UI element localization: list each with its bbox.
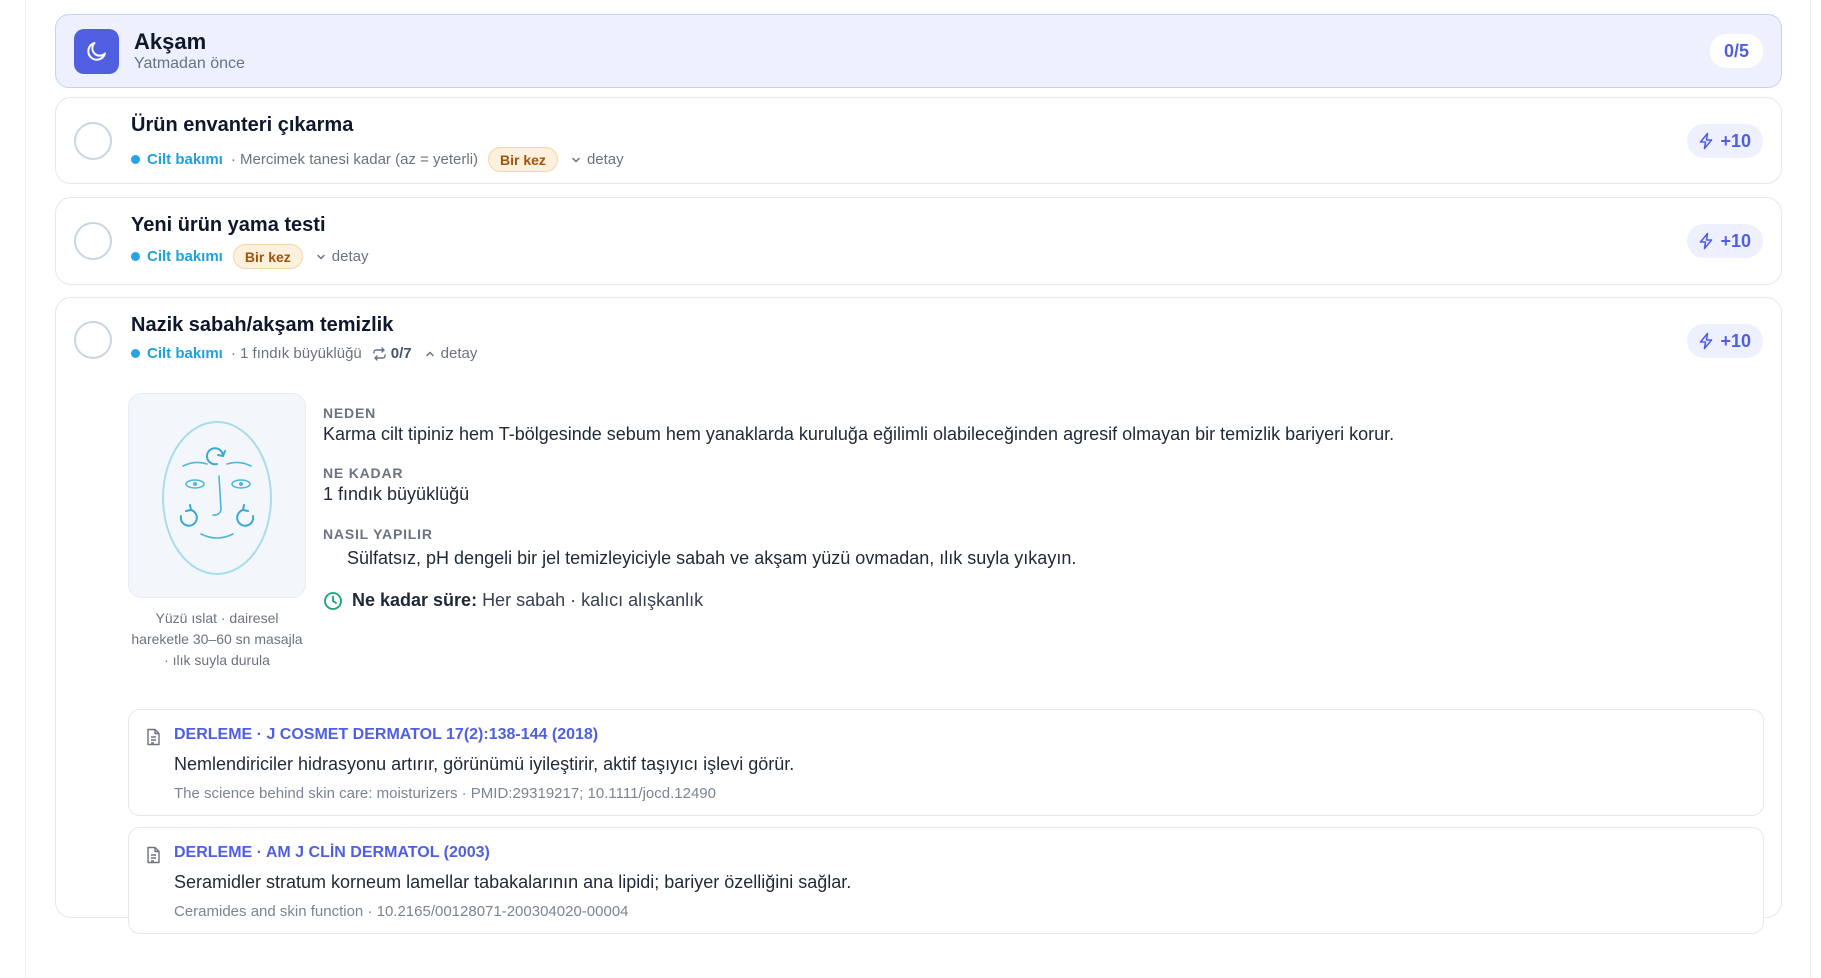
task-card: Yeni ürün yama testi Cilt bakımı Bir kez… <box>55 197 1782 285</box>
once-badge: Bir kez <box>488 147 558 172</box>
xp-value: +10 <box>1720 230 1751 251</box>
repeat-icon <box>373 346 386 361</box>
category-dot <box>131 252 140 261</box>
reference-text: Nemlendiriciler hidrasyonu artırır, görü… <box>174 754 795 774</box>
amount-label: NE KADAR <box>323 465 404 481</box>
how-section: NASIL YAPILIR Sülfatsız, pH dengeli bir … <box>323 526 1076 569</box>
document-icon <box>147 728 160 746</box>
chevron-down-icon <box>317 254 325 260</box>
task-title: Yeni ürün yama testi <box>131 214 326 236</box>
repeat-counter: 0/7 <box>372 345 412 362</box>
detail-toggle[interactable]: detay <box>424 345 478 362</box>
reference-text: Seramidler stratum korneum lamellar taba… <box>174 872 852 892</box>
lightning-icon <box>1700 332 1713 350</box>
task-title: Ürün envanteri çıkarma <box>131 114 354 136</box>
reference-source: Ceramides and skin function · 10.2165/00… <box>174 903 629 920</box>
duration-value: Her sabah · kalıcı alışkanlık <box>482 590 704 610</box>
task-title: Nazik sabah/akşam temizlik <box>131 314 394 336</box>
page-left-border <box>25 0 26 978</box>
task-meta: Cilt bakımı · 1 fındık büyüklüğü 0/7 det… <box>131 345 477 362</box>
section-titles: Akşam Yatmadan önce <box>134 29 245 73</box>
reference-card: DERLEME · AM J CLİN DERMATOL (2003) Sera… <box>128 827 1764 934</box>
face-cleansing-illustration <box>128 393 306 598</box>
lightning-icon <box>1700 132 1713 150</box>
task-checkbox[interactable] <box>74 122 112 160</box>
section-subtitle: Yatmadan önce <box>134 55 245 72</box>
category-label: Cilt bakımı <box>147 248 223 265</box>
illustration-caption: Yüzü ıslat · dairesel hareketle 30–60 sn… <box>131 610 303 668</box>
amount-text: · Mercimek tanesi kadar (az = yeterli) <box>230 151 479 168</box>
why-label: NEDEN <box>323 405 377 421</box>
moon-icon <box>74 28 119 74</box>
detail-label: detay <box>440 345 478 362</box>
repeat-value: 0/7 <box>390 345 412 362</box>
document-icon <box>147 846 160 864</box>
task-checkbox[interactable] <box>74 222 112 260</box>
task-card: Ürün envanteri çıkarma Cilt bakımı · Mer… <box>55 97 1782 184</box>
xp-pill: +10 <box>1687 124 1763 158</box>
amount-text: · 1 fındık büyüklüğü <box>230 345 362 362</box>
duration-label: Ne kadar süre: <box>352 590 478 610</box>
detail-toggle[interactable]: detay <box>570 151 624 168</box>
xp-pill: +10 <box>1687 224 1763 258</box>
xp-value: +10 <box>1720 330 1751 351</box>
detail-label: detay <box>586 151 624 168</box>
page-right-border <box>1810 0 1811 978</box>
evening-section-header[interactable]: Akşam Yatmadan önce 0/5 <box>55 14 1782 88</box>
category-label: Cilt bakımı <box>147 151 223 168</box>
duration-row: Ne kadar süre: Her sabah · kalıcı alışka… <box>323 590 703 611</box>
reference-title[interactable]: DERLEME · J COSMET DERMATOL 17(2):138-14… <box>174 726 598 744</box>
why-section: NEDEN Karma cilt tipiniz hem T-bölgesind… <box>323 405 1394 445</box>
chevron-down-icon <box>572 157 580 163</box>
reference-title[interactable]: DERLEME · AM J CLİN DERMATOL (2003) <box>174 844 490 862</box>
category-label: Cilt bakımı <box>147 345 223 362</box>
lightning-icon <box>1700 232 1713 250</box>
task-card-expanded: Nazik sabah/akşam temizlik Cilt bakımı ·… <box>55 297 1782 934</box>
task-meta: Cilt bakımı · Mercimek tanesi kadar (az … <box>131 147 624 172</box>
xp-pill: +10 <box>1687 324 1763 358</box>
detail-toggle[interactable]: detay <box>315 248 369 265</box>
xp-value: +10 <box>1720 130 1751 151</box>
amount-value: 1 fındık büyüklüğü <box>323 484 470 504</box>
category-dot <box>131 349 140 358</box>
detail-label: detay <box>331 248 369 265</box>
clock-icon <box>324 591 342 610</box>
how-label: NASIL YAPILIR <box>323 526 433 542</box>
section-title: Akşam <box>134 29 207 54</box>
category-dot <box>131 155 140 164</box>
amount-section: NE KADAR 1 fındık büyüklüğü <box>323 465 469 505</box>
why-text: Karma cilt tipiniz hem T-bölgesinde sebu… <box>323 424 1395 444</box>
task-checkbox[interactable] <box>74 321 112 359</box>
section-progress-badge: 0/5 <box>1709 34 1763 68</box>
once-badge: Bir kez <box>232 244 303 269</box>
chevron-up-icon <box>425 350 434 356</box>
how-text: Sülfatsız, pH dengeli bir jel temizleyic… <box>347 548 1077 568</box>
task-meta: Cilt bakımı Bir kez detay <box>131 244 368 269</box>
reference-source: The science behind skin care: moisturize… <box>174 785 716 802</box>
reference-card: DERLEME · J COSMET DERMATOL 17(2):138-14… <box>128 709 1764 816</box>
